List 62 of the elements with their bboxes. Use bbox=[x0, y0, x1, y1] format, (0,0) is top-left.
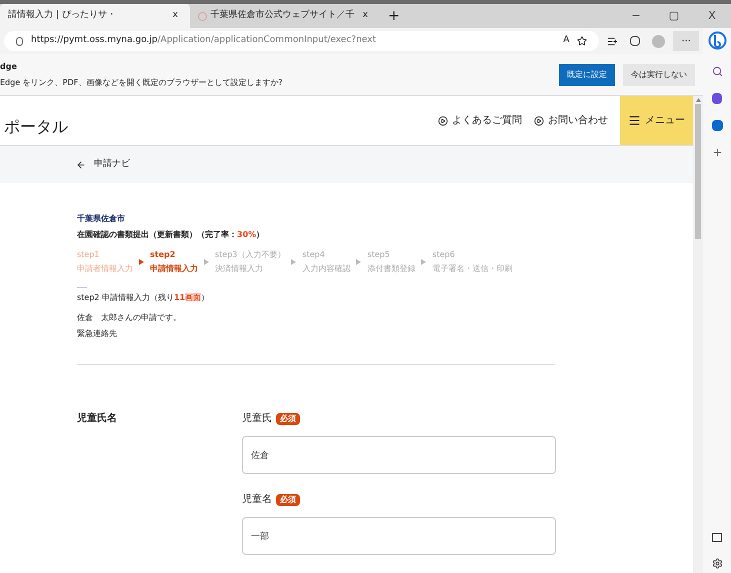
settings-icon[interactable] bbox=[712, 558, 722, 569]
group-label: 児童氏名 bbox=[77, 411, 118, 426]
read-aloud-icon: A bbox=[563, 34, 570, 48]
section-title: 緊急連絡先 bbox=[77, 328, 118, 340]
scroll-up-icon[interactable] bbox=[696, 98, 700, 102]
progress-step: step3（入力不要） 決済情報入力 bbox=[215, 249, 286, 275]
infobar-button[interactable]: 今は実行しない bbox=[623, 64, 695, 86]
progress-step: step4 入力内容確認 bbox=[302, 249, 350, 275]
more-button[interactable]: ··· bbox=[673, 31, 699, 51]
field-label: 児童氏 bbox=[242, 412, 272, 426]
tab-close-button[interactable]: x bbox=[168, 9, 182, 23]
municipality-name: 千葉県佐倉市 bbox=[77, 213, 126, 225]
application-title: 在園確認の書類提出（更新書類）（完了率：30%） bbox=[77, 229, 266, 241]
progress-step: step6 電子署名・送信・印刷 bbox=[432, 249, 512, 275]
step-arrow-icon bbox=[356, 259, 362, 265]
step-arrow-icon bbox=[204, 259, 209, 265]
field-label: 児童名 bbox=[242, 492, 272, 507]
site-logo: ポータル bbox=[3, 116, 69, 138]
tab-close-button[interactable]: x bbox=[358, 9, 372, 23]
mail-icon[interactable] bbox=[712, 120, 722, 131]
add-icon[interactable] bbox=[712, 147, 722, 158]
sidebar-panel-icon[interactable] bbox=[712, 533, 722, 542]
new-tab-button[interactable]: + bbox=[380, 6, 408, 26]
menu-button[interactable]: メニュー bbox=[620, 96, 693, 146]
step-arrow-icon bbox=[421, 259, 426, 265]
text-field[interactable]: 一部 bbox=[242, 517, 556, 555]
favorites-icon[interactable] bbox=[607, 36, 618, 46]
infobar-button[interactable]: 既定に設定 bbox=[559, 64, 615, 86]
progress-step: step1 申請者情報入力 bbox=[77, 249, 133, 275]
address-bar[interactable]: https://pymt.oss.myna.go.jp/Application/applicationCommonInput/exec?next A bbox=[4, 31, 600, 51]
window-control-button[interactable]: X bbox=[693, 8, 731, 24]
collections-icon[interactable] bbox=[630, 36, 640, 46]
infobar-message: Edge をリンク、PDF、画像などを開く既定のブラウザーとして設定しますか? bbox=[0, 76, 284, 88]
back-arrow-icon bbox=[76, 160, 86, 170]
play-circle-icon bbox=[438, 116, 448, 126]
tab-title: 請情報入力 | ぴったりサ・ bbox=[8, 9, 117, 22]
scrollbar[interactable] bbox=[693, 96, 703, 573]
progress-step: step2 申請情報入力 bbox=[150, 249, 198, 275]
step-arrow-icon bbox=[139, 259, 144, 265]
required-badge: 必須 bbox=[276, 494, 300, 506]
browser-tab[interactable]: 請情報入力 | ぴったりサ・ x bbox=[0, 4, 190, 28]
play-circle-icon bbox=[534, 116, 544, 126]
infobar-title: dge bbox=[0, 60, 18, 72]
search-icon[interactable] bbox=[712, 66, 722, 77]
tab-title: 千葉県佐倉市公式ウェブサイト／千 bbox=[210, 9, 355, 22]
url-text: https://pymt.oss.myna.go.jp/Application/applicationCommonInput/exec?next bbox=[31, 34, 378, 48]
hexagon-icon[interactable] bbox=[712, 93, 722, 104]
favicon-icon bbox=[198, 12, 207, 20]
window-control-button[interactable]: ▢ bbox=[655, 8, 693, 24]
window-control-button[interactable]: − bbox=[617, 8, 655, 24]
step-arrow-icon bbox=[291, 259, 296, 265]
back-link[interactable]: 申請ナビ bbox=[76, 158, 130, 172]
menu-icon bbox=[628, 114, 641, 128]
applicant-text: 佐倉 太郎さんの申請です。 bbox=[77, 312, 182, 324]
text-field[interactable]: 佐倉 bbox=[242, 436, 556, 474]
chat-bubble-icon[interactable] bbox=[708, 31, 726, 50]
header-link[interactable]: お問い合わせ bbox=[534, 113, 608, 128]
progress-step: step5 添付書類登録 bbox=[367, 249, 416, 275]
header-link[interactable]: よくあるご質問 bbox=[438, 113, 522, 128]
star-icon[interactable] bbox=[577, 36, 588, 46]
required-badge: 必須 bbox=[276, 412, 300, 424]
current-step-text: step2 申請情報入力（残り 11画面） bbox=[77, 292, 210, 304]
